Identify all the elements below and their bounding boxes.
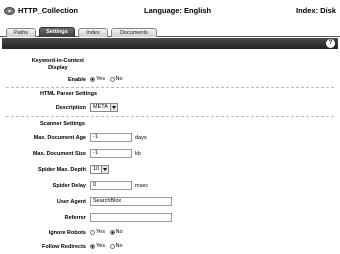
enable-radio-group: Yes No [90,76,126,82]
ignore-robots-no-radio[interactable] [109,229,115,235]
tab-index[interactable]: Index [78,28,108,37]
user-agent-label: User Agent [56,199,86,205]
enable-yes-radio[interactable] [90,76,95,82]
index-label: Index: Disk [295,6,336,15]
chevron-down-icon [110,104,117,111]
spider-depth-value: 10 [93,166,100,172]
follow-redirects-no-label: No [115,243,123,249]
spider-depth-label: Spider Max. Depth [38,167,86,173]
max-doc-age-input[interactable]: -1 [90,133,132,142]
ignore-robots-label: Ignore Robots [48,230,86,236]
language-label: Language: English [144,6,212,15]
follow-redirects-no-radio[interactable] [109,243,115,249]
user-agent-input[interactable]: SearchBlox [90,197,172,206]
scanner-section-title: Scanner Settings [40,121,85,127]
ignore-robots-radio-group: Yes No [90,229,126,235]
tab-documents[interactable]: Documents [111,28,157,37]
follow-redirects-yes-radio[interactable] [90,243,95,249]
html-parser-section-title: HTML Parser Settings [40,91,98,97]
follow-redirects-yes-label: Yes [96,243,105,249]
help-icon[interactable]: ? [326,39,335,48]
description-value: META [93,104,108,110]
max-doc-size-input[interactable]: -1 [90,149,132,158]
ignore-robots-yes-radio[interactable] [90,229,95,235]
tab-paths[interactable]: Paths [6,28,36,37]
max-doc-age-unit: days [135,135,147,141]
kwic-label-line1: Keyword-in-Context [31,58,84,64]
header: HTTP_Collection Language: English Index:… [0,0,340,26]
ignore-robots-yes-label: Yes [96,229,105,235]
enable-label: Enable [67,77,86,83]
toolbar: ? [2,38,338,49]
ignore-robots-no-label: No [115,229,123,235]
divider [6,116,334,117]
max-doc-age-label: Max. Document Age [33,135,86,141]
kwic-label: Keyword-in-Context Display [32,58,84,72]
follow-redirects-radio-group: Yes No [90,243,126,249]
max-doc-size-unit: kb [135,151,141,157]
tab-bar: Paths Settings Index Documents [0,26,340,37]
tab-settings[interactable]: Settings [39,27,75,37]
settings-form: Keyword-in-Context Display Enable Yes No… [2,50,338,254]
description-label: Description [55,105,86,111]
follow-redirects-label: Follow Redirects [41,244,86,250]
enable-no-label: No [115,76,123,82]
spider-depth-select[interactable]: 10 [90,165,109,174]
max-doc-size-label: Max. Document Size [32,151,86,157]
kwic-label-line2: Display [48,65,68,71]
disk-icon [4,5,15,16]
spider-delay-label: Spider Delay [52,183,86,189]
referrer-label: Referrer [64,215,86,221]
spider-delay-input[interactable]: 0 [90,181,132,190]
spider-delay-unit: msec [135,183,149,189]
enable-no-radio[interactable] [109,76,115,82]
divider [6,87,334,88]
referrer-input[interactable] [90,213,172,222]
enable-yes-label: Yes [96,76,105,82]
collection-title: HTTP_Collection [18,6,79,15]
chevron-down-icon [101,166,108,173]
description-select[interactable]: META [90,103,118,112]
